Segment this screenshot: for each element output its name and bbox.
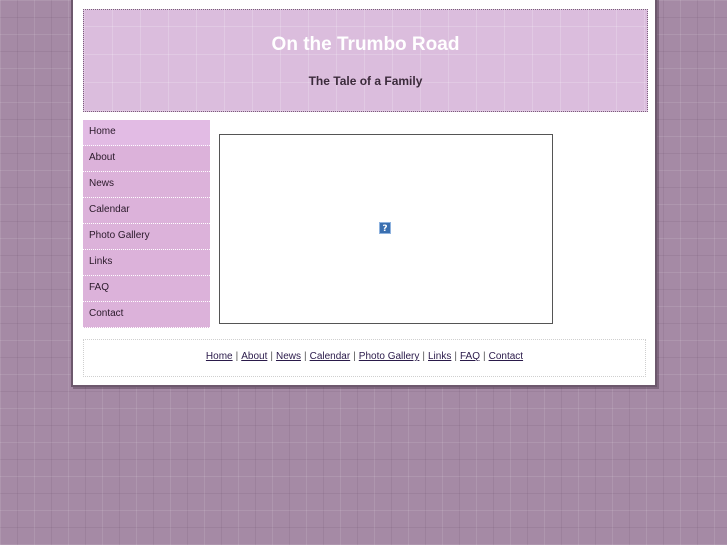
sidebar-item-photo-gallery[interactable]: Photo Gallery <box>83 224 210 250</box>
footer-links: Home | About | News | Calendar | Photo Gallery | L… <box>83 339 646 377</box>
sidebar-item-calendar[interactable]: Calendar <box>83 198 210 224</box>
footer-separator: | <box>482 351 486 362</box>
missing-plugin-icon[interactable]: ? <box>379 222 391 234</box>
footer-separator: | <box>270 351 273 362</box>
footer-separator: | <box>353 351 356 362</box>
sidebar-item-faq[interactable]: FAQ <box>83 276 210 302</box>
sidebar-item-home[interactable]: Home <box>83 120 210 146</box>
sidebar-item-news[interactable]: News <box>83 172 210 198</box>
footer-link-photo-gallery[interactable]: Photo Gallery <box>359 351 420 362</box>
footer-link-calendar[interactable]: Calendar <box>310 351 351 362</box>
footer-separator: | <box>454 351 457 362</box>
footer-link-faq[interactable]: FAQ <box>460 351 480 362</box>
site-title: On the Trumbo Road <box>271 34 460 55</box>
footer-link-news[interactable]: News <box>276 351 301 362</box>
sidebar-item-about[interactable]: About <box>83 146 210 172</box>
sidebar-nav: Home About News Calendar Photo Gallery L… <box>83 120 210 328</box>
footer-link-about[interactable]: About <box>241 351 267 362</box>
footer-separator: | <box>422 351 425 362</box>
footer-link-contact[interactable]: Contact <box>489 351 523 362</box>
footer-link-home[interactable]: Home <box>206 351 233 362</box>
sidebar-item-contact[interactable]: Contact <box>83 302 210 328</box>
sidebar-item-links[interactable]: Links <box>83 250 210 276</box>
footer-separator: | <box>303 351 307 362</box>
site-subtitle: The Tale of a Family <box>308 74 423 88</box>
page-container: On the Trumbo Road The Tale of a Family … <box>71 0 657 387</box>
embedded-content-frame[interactable]: ? <box>219 134 553 324</box>
footer-link-links[interactable]: Links <box>428 351 451 362</box>
footer-separator: | <box>235 351 239 362</box>
site-header: On the Trumbo Road The Tale of a Family <box>83 9 648 112</box>
